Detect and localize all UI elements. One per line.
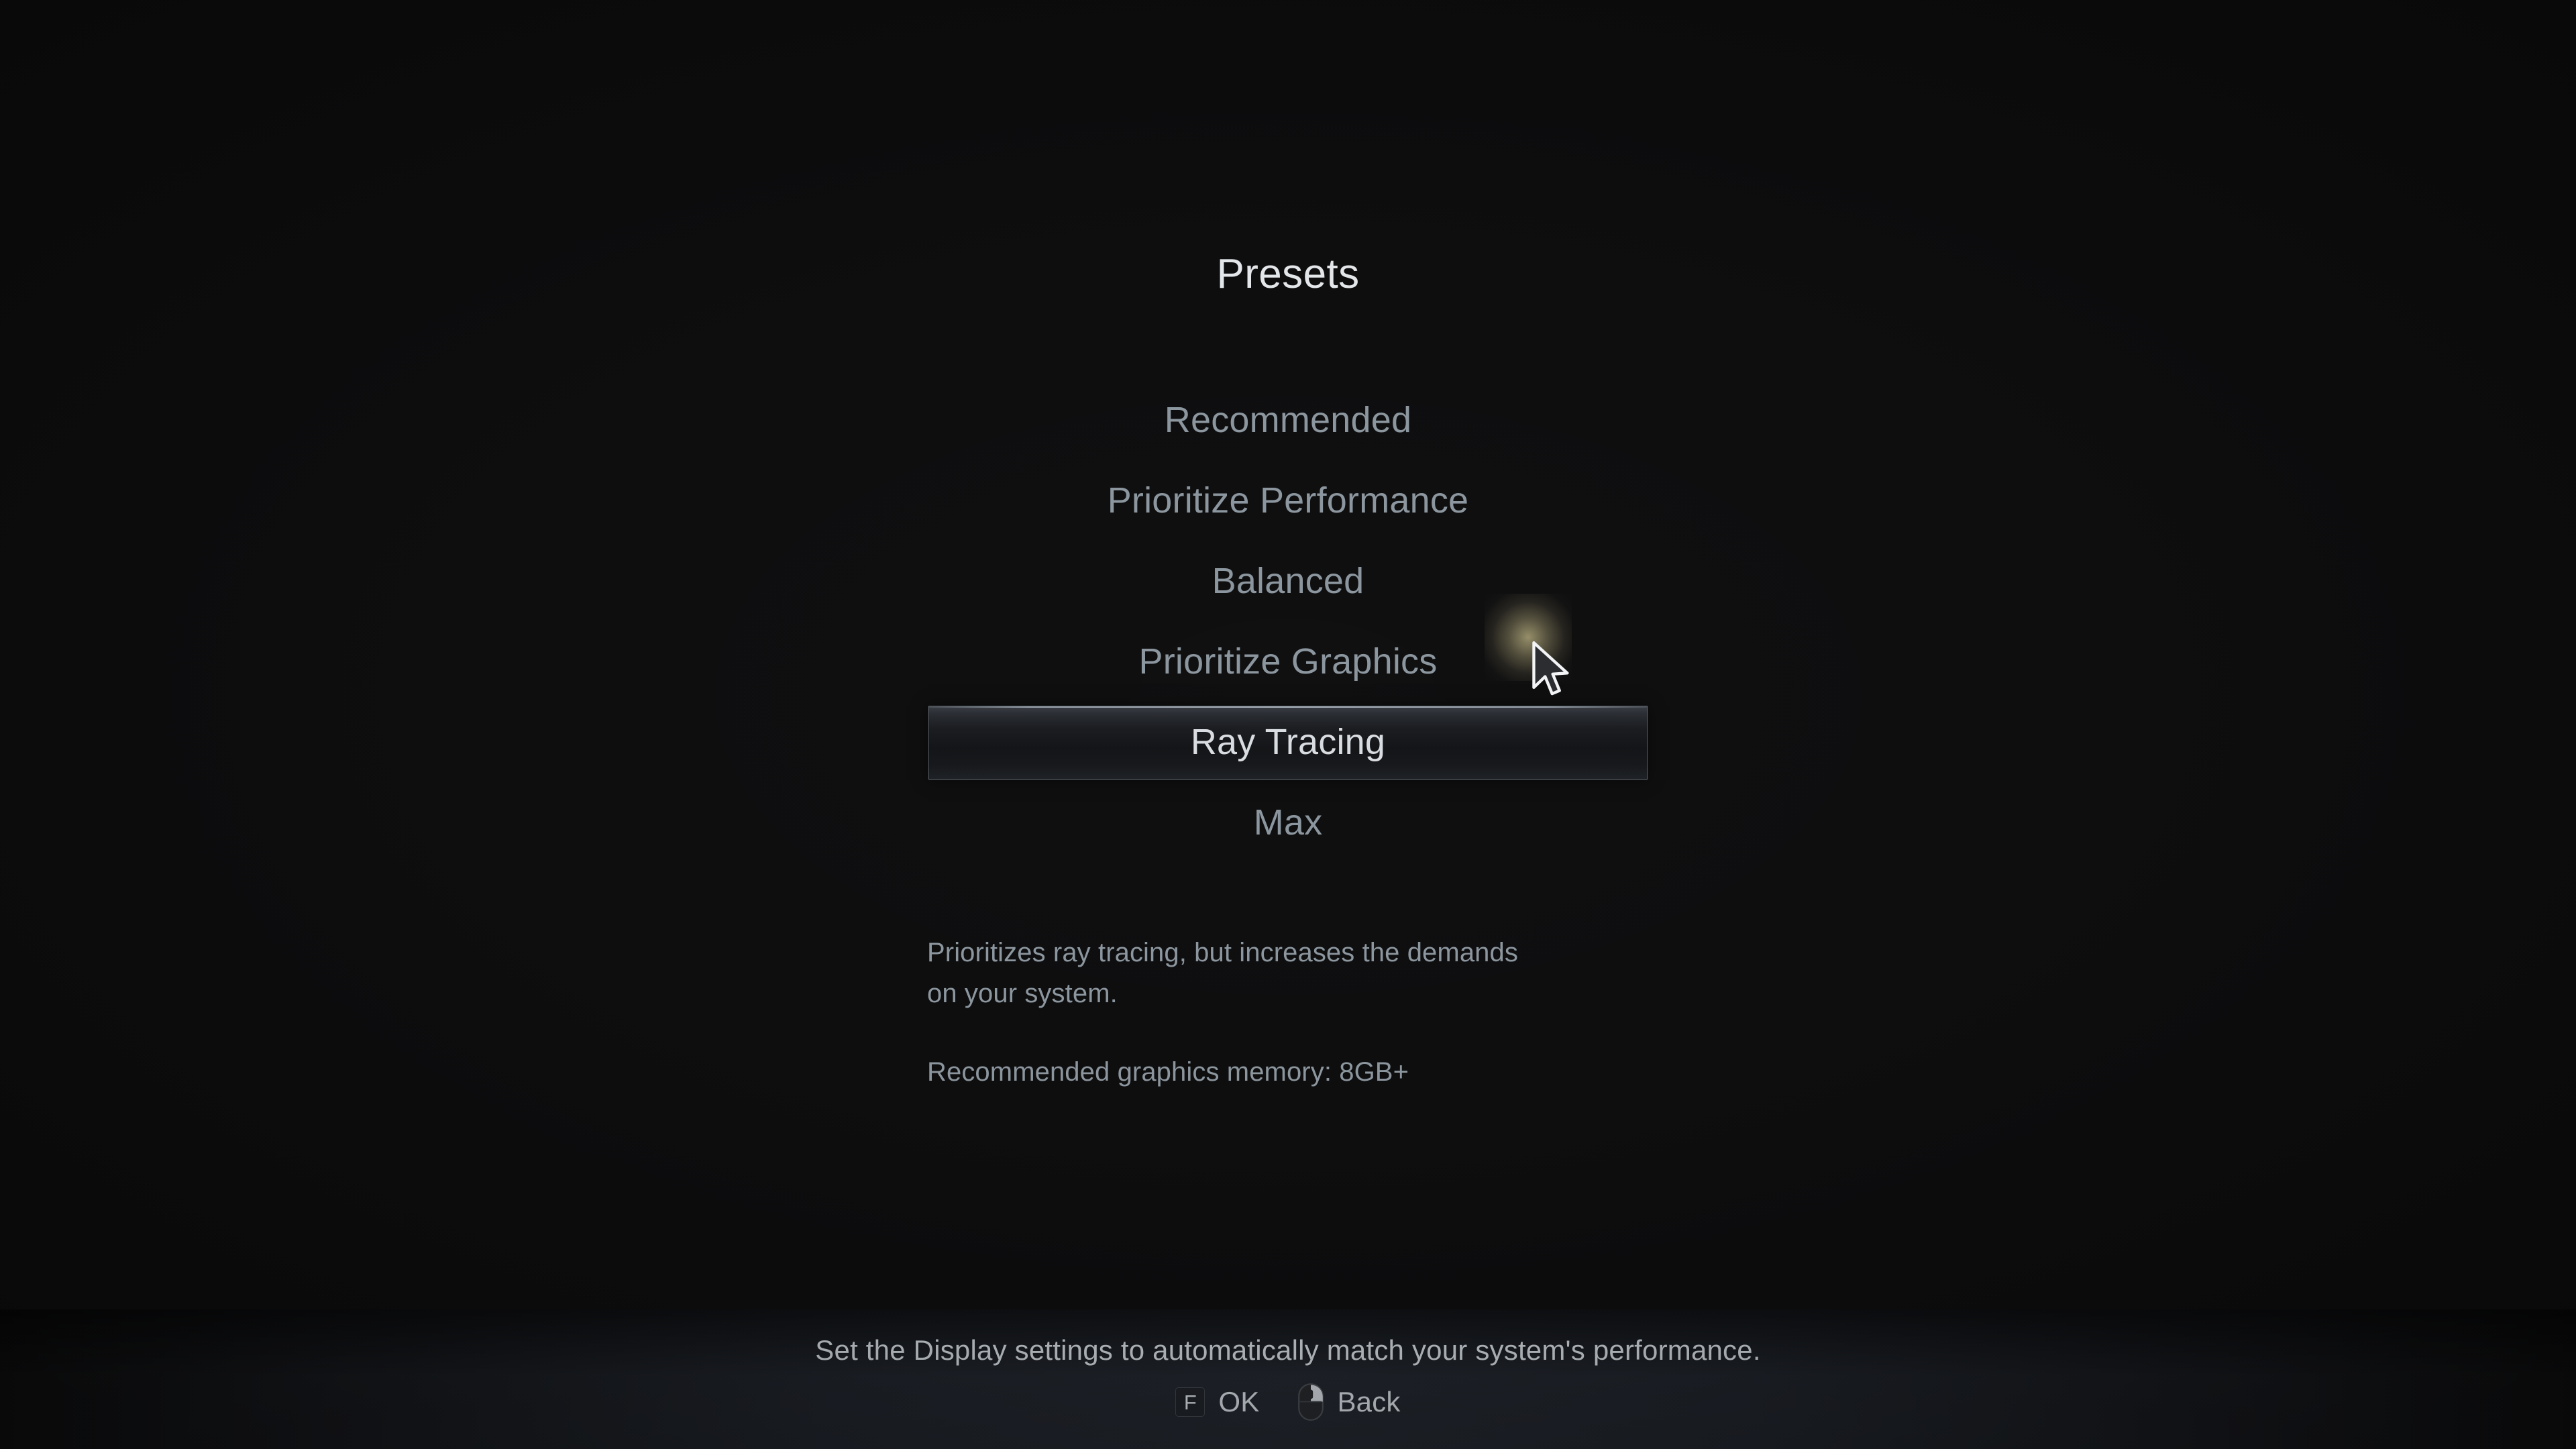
preset-option-balanced[interactable]: Balanced	[0, 541, 2576, 621]
description-line-1: Prioritizes ray tracing, but increases t…	[927, 938, 1518, 967]
action-ok[interactable]: F OK	[1175, 1386, 1259, 1418]
preset-option-ray-tracing[interactable]: Ray Tracing	[0, 702, 2576, 782]
action-ok-label: OK	[1218, 1386, 1260, 1417]
footer-hint-text: Set the Display settings to automaticall…	[815, 1334, 1761, 1366]
action-back-label: Back	[1337, 1386, 1401, 1417]
presets-list: Recommended Prioritize Performance Balan…	[0, 380, 2576, 863]
preset-option-label: Ray Tracing	[1190, 722, 1386, 762]
mouse-right-button-icon	[1298, 1383, 1324, 1421]
preset-option-label: Prioritize Graphics	[1138, 641, 1438, 682]
recommended-memory-note: Recommended graphics memory: 8GB+	[927, 1057, 1409, 1087]
footer-actions: F OK Back	[0, 1383, 2576, 1421]
preset-option-label: Max	[1253, 802, 1323, 843]
preset-option-prioritize-graphics[interactable]: Prioritize Graphics	[0, 621, 2576, 702]
action-back[interactable]: Back	[1298, 1383, 1400, 1421]
preset-option-max[interactable]: Max	[0, 782, 2576, 863]
settings-screen: Presets Recommended Prioritize Performan…	[0, 0, 2576, 1449]
preset-option-label: Recommended	[1164, 400, 1412, 440]
preset-option-prioritize-performance[interactable]: Prioritize Performance	[0, 460, 2576, 541]
footer-band	[0, 1309, 2576, 1449]
preset-option-recommended[interactable]: Recommended	[0, 380, 2576, 460]
preset-option-label: Prioritize Performance	[1107, 480, 1469, 521]
preset-description: Prioritizes ray tracing, but increases t…	[927, 932, 1732, 1089]
keyboard-key-icon: F	[1175, 1387, 1205, 1417]
page-title: Presets	[1216, 251, 1360, 297]
preset-option-label: Balanced	[1212, 561, 1364, 601]
description-line-2: on your system.	[927, 979, 1118, 1008]
